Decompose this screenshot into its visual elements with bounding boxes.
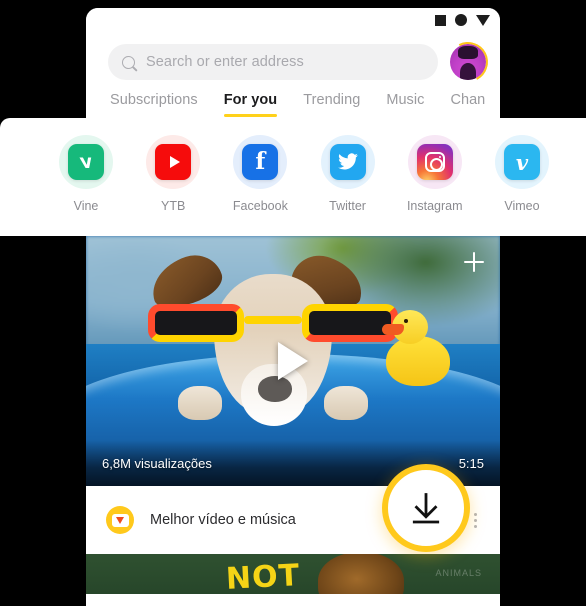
vine-halo: v <box>59 135 113 189</box>
download-badge-arrow <box>116 516 124 524</box>
vimeo-halo: v <box>494 135 549 189</box>
video-thumbnail[interactable]: 6,8M visualizações 5:15 <box>86 236 500 486</box>
youtube-icon <box>155 144 192 180</box>
square-icon <box>435 14 446 26</box>
tab-trending[interactable]: Trending <box>303 92 360 117</box>
next-video-overlay-text: NOT <box>225 558 301 594</box>
screenshot-root: Search or enter address Subscriptions Fo… <box>0 0 586 606</box>
download-button[interactable] <box>382 464 470 552</box>
search-placeholder: Search or enter address <box>146 54 304 70</box>
top-bar: Search or enter address <box>86 32 500 92</box>
rubber-duck-beak <box>382 324 404 335</box>
app-label-instagram: Instagram <box>406 199 463 213</box>
plus-icon[interactable] <box>464 252 484 272</box>
next-video-lion <box>318 554 404 594</box>
facebook-halo: f <box>233 135 288 189</box>
avatar-ring <box>442 36 494 88</box>
search-input[interactable]: Search or enter address <box>108 44 438 80</box>
tab-subscriptions[interactable]: Subscriptions <box>110 92 198 117</box>
vine-icon: v <box>68 144 104 180</box>
triangle-down-icon <box>476 14 490 26</box>
video-feed: 6,8M visualizações 5:15 Melhor vídeo e m… <box>86 236 500 606</box>
app-shortcut-vimeo[interactable]: v Vimeo <box>484 135 560 213</box>
view-count: 6,8M visualizações <box>102 455 212 471</box>
facebook-icon: f <box>242 144 279 180</box>
sunglass-lens-right <box>302 304 398 342</box>
vimeo-icon: v <box>503 144 540 180</box>
avatar[interactable] <box>442 36 494 88</box>
twitter-icon <box>329 144 366 180</box>
status-bar <box>86 8 500 32</box>
app-shortcut-ytb[interactable]: YTB <box>135 135 211 213</box>
app-label-ytb: YTB <box>161 199 186 213</box>
app-shortcut-facebook[interactable]: f Facebook <box>222 135 298 213</box>
app-shortcut-instagram[interactable]: Instagram <box>397 135 473 213</box>
sunglass-bridge <box>244 316 302 324</box>
app-label-vine: Vine <box>73 199 99 213</box>
tab-for-you[interactable]: For you <box>223 92 278 117</box>
search-icon <box>122 55 135 69</box>
dog-paw-right <box>324 386 368 420</box>
next-video-thumbnail[interactable]: NOT ANIMALS <box>86 554 500 594</box>
tab-channels[interactable]: Chan <box>450 92 485 117</box>
instagram-halo <box>407 135 462 189</box>
app-label-twitter: Twitter <box>329 199 366 213</box>
instagram-icon <box>416 144 453 180</box>
sunglass-lens-left <box>148 304 244 342</box>
rubber-duck-body <box>386 336 450 386</box>
video-duration: 5:15 <box>458 455 484 471</box>
app-shortcut-vine[interactable]: v Vine <box>48 135 124 213</box>
play-icon[interactable] <box>278 342 308 380</box>
download-badge-inner <box>111 513 129 527</box>
download-badge-icon <box>106 506 134 534</box>
rubber-duck-eye <box>404 319 408 323</box>
download-icon <box>412 493 440 524</box>
dog-sunglasses <box>148 302 398 344</box>
app-shortcuts-band: v Vine YTB f Facebook Twitter Instagram … <box>0 118 586 236</box>
circle-icon <box>455 14 467 26</box>
youtube-halo <box>146 135 201 189</box>
app-label-facebook: Facebook <box>232 199 288 213</box>
tab-music[interactable]: Music <box>386 92 424 117</box>
next-video-faint-text: ANIMALS <box>435 568 482 578</box>
app-shortcut-twitter[interactable]: Twitter <box>310 135 386 213</box>
twitter-halo <box>320 135 375 189</box>
app-label-vimeo: Vimeo <box>504 199 540 213</box>
dog-paw-left <box>178 386 222 420</box>
